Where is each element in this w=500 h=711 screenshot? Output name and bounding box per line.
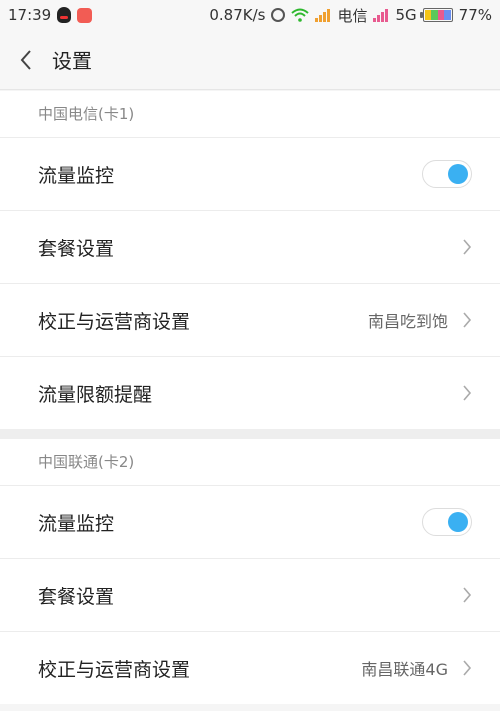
chevron-right-icon [463,385,472,401]
traffic-monitor-toggle-sim2[interactable] [422,508,472,536]
chevron-right-icon [463,587,472,603]
alarm-icon [271,8,286,22]
row-traffic-monitor-sim1[interactable]: 流量监控 [0,137,500,210]
app-notification-icon [77,7,93,23]
status-bar-right: 0.87K/s 电信 5G 77% [209,5,492,26]
wifi-icon [291,8,310,22]
traffic-monitor-toggle-sim1[interactable] [422,160,472,188]
section-divider [0,429,500,439]
status-bar-left: 17:39 [8,6,93,24]
chevron-right-icon [463,660,472,676]
app-header: 设置 [0,30,500,90]
chevron-right-icon [463,239,472,255]
battery-icon [419,8,453,22]
status-bar: 17:39 0.87K/s 电信 5G 77% [0,0,500,30]
battery-percent: 77% [458,6,492,24]
row-carrier-settings-sim1[interactable]: 校正与运营商设置 南昌吃到饱 [0,283,500,356]
section-label-sim1: 中国电信(卡1) [0,91,500,137]
qq-icon [57,7,72,23]
row-label: 流量监控 [38,164,115,187]
settings-list: 中国电信(卡1) 流量监控 套餐设置 校正与运营商设置 南昌吃到饱 流量限额提醒 [0,91,500,704]
row-carrier-settings-sim2[interactable]: 校正与运营商设置 南昌联通4G [0,631,500,704]
row-label: 套餐设置 [38,585,115,608]
row-plan-settings-sim2[interactable]: 套餐设置 [0,558,500,631]
section-label-sim2: 中国联通(卡2) [0,439,500,485]
status-time: 17:39 [8,6,52,24]
toggle-knob [448,164,468,184]
back-button[interactable] [0,30,52,90]
row-plan-settings-sim1[interactable]: 套餐设置 [0,210,500,283]
network-type: 5G [395,6,417,24]
signal-icon-sim2 [373,8,389,22]
row-value: 南昌联通4G [361,660,448,679]
row-traffic-monitor-sim2[interactable]: 流量监控 [0,485,500,558]
page-title: 设置 [52,49,92,73]
toggle-knob [448,512,468,532]
chevron-left-icon [20,49,31,70]
row-traffic-limit-sim1[interactable]: 流量限额提醒 [0,356,500,429]
network-speed: 0.87K/s [209,6,266,24]
row-label: 校正与运营商设置 [38,658,191,681]
chevron-right-icon [463,312,472,328]
row-label: 校正与运营商设置 [38,310,191,333]
row-label: 流量监控 [38,512,115,535]
carrier-name: 电信 [337,6,368,25]
row-label: 流量限额提醒 [38,383,153,406]
signal-icon-sim1 [315,8,331,22]
row-label: 套餐设置 [38,237,115,260]
row-value: 南昌吃到饱 [367,312,448,331]
